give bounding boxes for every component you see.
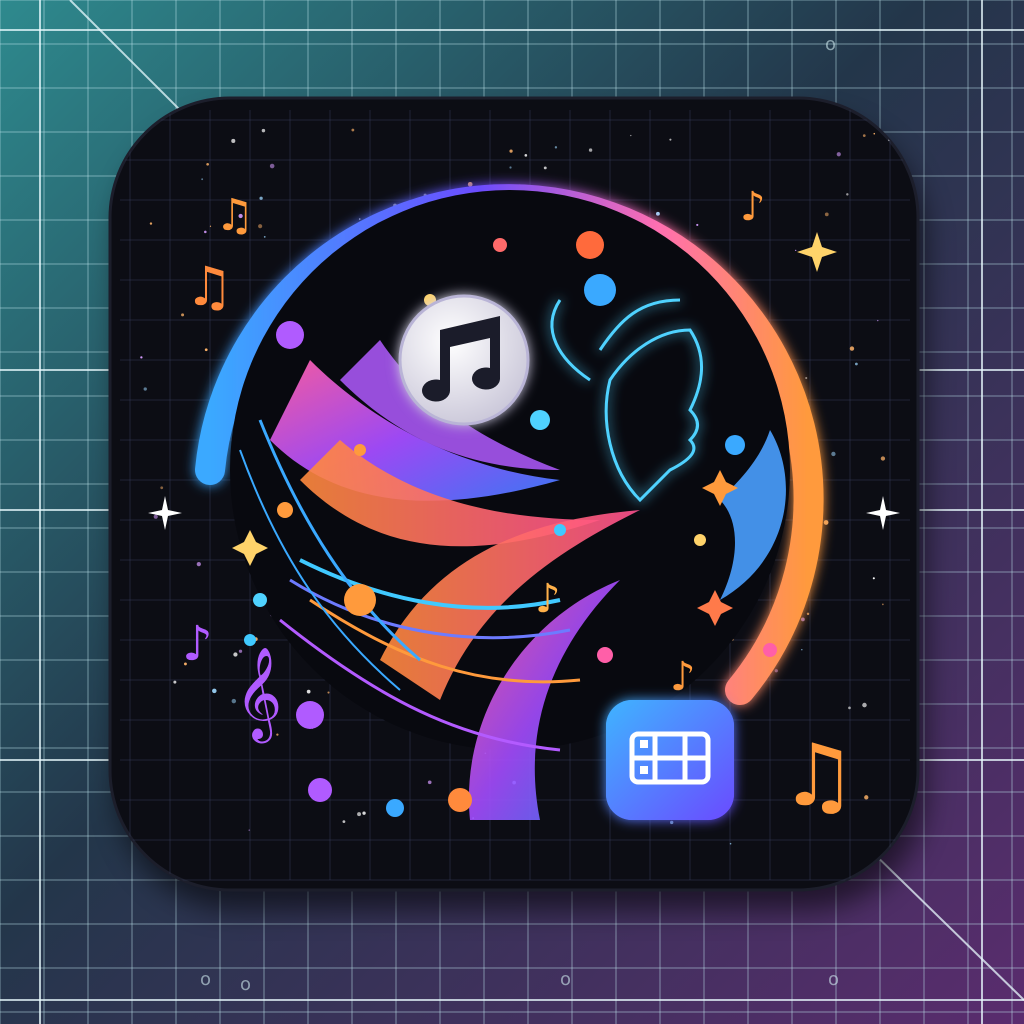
star-dot (864, 795, 869, 800)
star-dot (801, 649, 803, 651)
star-dot (173, 680, 177, 684)
star-dot (800, 617, 805, 622)
star-dot (630, 134, 632, 137)
orb (244, 634, 256, 646)
orb (530, 410, 550, 430)
star-dot (823, 520, 829, 525)
star-dot (248, 829, 250, 831)
star-dot (849, 346, 855, 351)
star-dot (201, 178, 204, 181)
star-dot (263, 235, 266, 238)
app-icon-artwork: o o o o o ♫ ♫ ♫ ♪ 𝄞 ♪ ♪ ♪ (0, 0, 1024, 1024)
star-dot (880, 456, 886, 461)
orb (386, 799, 404, 817)
star-dot (204, 230, 207, 234)
orb (554, 524, 566, 536)
star-dot (467, 181, 473, 187)
star-dot (306, 689, 311, 694)
svg-text:♪: ♪ (535, 576, 561, 622)
star-dot (357, 812, 362, 817)
star-dot (848, 706, 851, 710)
orb (725, 435, 745, 455)
orb (308, 778, 332, 802)
svg-text:𝄞: 𝄞 (235, 646, 282, 743)
star-dot (669, 138, 672, 141)
star-dot (212, 688, 217, 694)
star-dot (588, 148, 593, 152)
orb (277, 502, 293, 518)
star-dot (873, 132, 876, 135)
star-dot (854, 362, 858, 366)
svg-text:♫: ♫ (780, 726, 857, 826)
star-dot (140, 356, 143, 359)
star-dot (269, 163, 275, 169)
svg-text:♫: ♫ (185, 255, 233, 318)
orb (694, 534, 706, 546)
star-dot (524, 154, 528, 157)
star-dot (327, 691, 330, 694)
star-dot (881, 603, 884, 606)
star-dot (149, 222, 153, 225)
star-dot (877, 319, 879, 322)
star-dot (670, 820, 674, 825)
orb (448, 788, 472, 812)
star-dot (554, 146, 558, 149)
star-dot (509, 166, 512, 169)
star-dot (209, 225, 212, 227)
star-dot (862, 134, 866, 137)
star-dot (543, 166, 547, 170)
star-dot (362, 811, 366, 815)
star-dot (231, 138, 236, 143)
star-dot (655, 211, 660, 216)
star-dot (143, 387, 147, 391)
star-dot (427, 780, 432, 785)
grid-dot-label: o (828, 969, 839, 990)
star-dot (862, 702, 867, 708)
orb (597, 647, 613, 663)
orb (253, 593, 267, 607)
star-dot (160, 486, 164, 490)
star-dot (258, 224, 263, 229)
grid-dot-label: o (825, 34, 836, 55)
star-dot (261, 128, 266, 133)
grid-dot-label: o (200, 969, 211, 990)
star-dot (836, 152, 841, 157)
star-dot (342, 820, 346, 824)
svg-text:♫: ♫ (215, 190, 254, 241)
star-dot (806, 612, 810, 616)
star-dot (196, 562, 201, 567)
star-dot (795, 249, 797, 251)
svg-text:♪: ♪ (182, 616, 213, 672)
orb (763, 643, 777, 657)
orb (276, 321, 304, 349)
star-dot (153, 514, 158, 519)
star-dot (872, 577, 875, 580)
star-dot (181, 313, 185, 317)
grid-dot-label: o (240, 974, 251, 995)
star-dot (259, 196, 263, 200)
orb (493, 238, 507, 252)
star-dot (805, 376, 808, 380)
star-dot (351, 128, 355, 132)
orb (296, 701, 324, 729)
star-dot (846, 193, 849, 196)
orb (354, 444, 366, 456)
star-dot (824, 212, 829, 217)
music-note-badge[interactable] (398, 294, 530, 426)
star-dot (696, 223, 699, 226)
star-dot (774, 669, 778, 673)
orb (344, 584, 376, 616)
star-dot (206, 162, 209, 166)
star-dot (204, 348, 208, 352)
orb (576, 231, 604, 259)
svg-text:♪: ♪ (740, 184, 766, 230)
star-dot (509, 149, 513, 153)
star-dot (358, 218, 361, 220)
star-dot (831, 451, 836, 457)
orb (584, 274, 616, 306)
star-dot (729, 842, 732, 845)
grid-dot-label: o (560, 969, 571, 990)
svg-text:♪: ♪ (670, 654, 696, 700)
